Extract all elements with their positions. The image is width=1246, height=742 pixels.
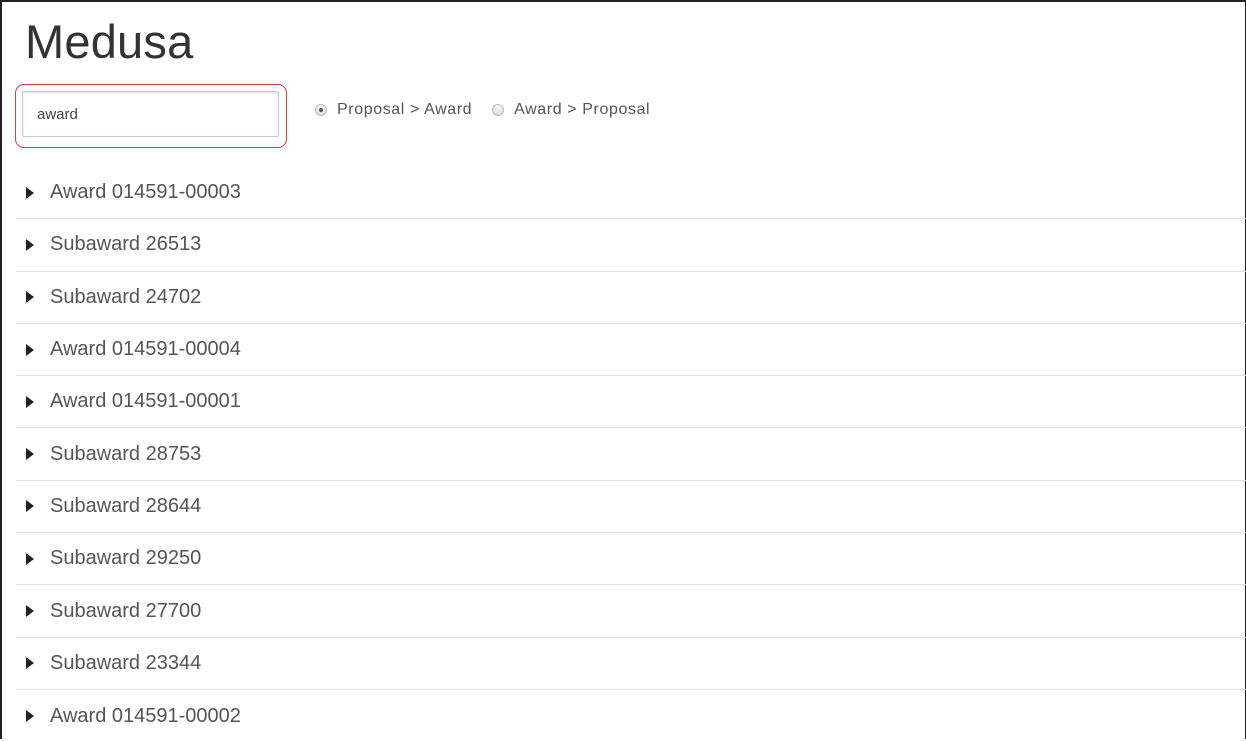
direction-radio-group: Proposal > Award Award > Proposal	[315, 99, 650, 121]
list-item[interactable]: Subaward 29250	[16, 533, 1246, 586]
caret-right-icon[interactable]	[26, 710, 34, 723]
search-highlight	[15, 84, 287, 148]
list-item-label: Subaward 26513	[50, 233, 202, 256]
caret-right-icon[interactable]	[26, 605, 34, 618]
list-item-label: Award 014591-00001	[50, 390, 241, 413]
list-item[interactable]: Award 014591-00001	[16, 376, 1246, 429]
list-item-label: Subaward 23344	[50, 651, 202, 674]
list-item-label: Subaward 27700	[50, 599, 202, 622]
caret-right-icon[interactable]	[26, 657, 34, 670]
radio-proposal-to-award[interactable]: Proposal > Award	[315, 101, 472, 119]
radio-button-unchecked[interactable]	[492, 104, 505, 116]
caret-right-icon[interactable]	[26, 552, 34, 565]
page-title: Medusa	[25, 15, 194, 68]
list-item[interactable]: Subaward 24702	[16, 272, 1246, 324]
results-list: Award 014591-00003 Subaward 26513 Subawa…	[16, 167, 1246, 742]
radio-button-checked[interactable]	[315, 104, 327, 116]
list-item-label: Award 014591-00004	[50, 338, 241, 361]
list-item[interactable]: Subaward 27700	[16, 585, 1246, 638]
list-item[interactable]: Award 014591-00004	[16, 324, 1246, 377]
list-item-label: Subaward 28644	[50, 494, 202, 517]
caret-right-icon[interactable]	[26, 395, 34, 408]
radio-label: Proposal > Award	[337, 101, 473, 118]
list-item-label: Award 014591-00002	[50, 704, 241, 727]
radio-label: Award > Proposal	[514, 101, 651, 118]
caret-right-icon[interactable]	[26, 291, 34, 304]
caret-right-icon[interactable]	[26, 500, 34, 513]
caret-right-icon[interactable]	[26, 238, 34, 251]
list-item-label: Subaward 28753	[50, 442, 202, 465]
list-item[interactable]: Award 014591-00003	[16, 167, 1246, 220]
search-input[interactable]	[22, 91, 279, 137]
app-frame: Medusa Proposal > Award Award > Proposal…	[0, 0, 1246, 739]
list-item[interactable]: Subaward 28753	[16, 428, 1246, 481]
caret-right-icon[interactable]	[26, 448, 34, 461]
caret-right-icon[interactable]	[26, 343, 34, 356]
list-item-label: Subaward 29250	[50, 547, 202, 570]
list-item[interactable]: Award 014591-00002	[16, 690, 1246, 742]
list-item-label: Subaward 24702	[50, 285, 202, 308]
list-item-label: Award 014591-00003	[50, 181, 241, 204]
list-item[interactable]: Subaward 26513	[16, 219, 1246, 272]
list-item[interactable]: Subaward 28644	[16, 481, 1246, 534]
list-item[interactable]: Subaward 23344	[16, 638, 1246, 690]
caret-right-icon[interactable]	[26, 186, 34, 199]
radio-award-to-proposal[interactable]: Award > Proposal	[492, 101, 650, 119]
